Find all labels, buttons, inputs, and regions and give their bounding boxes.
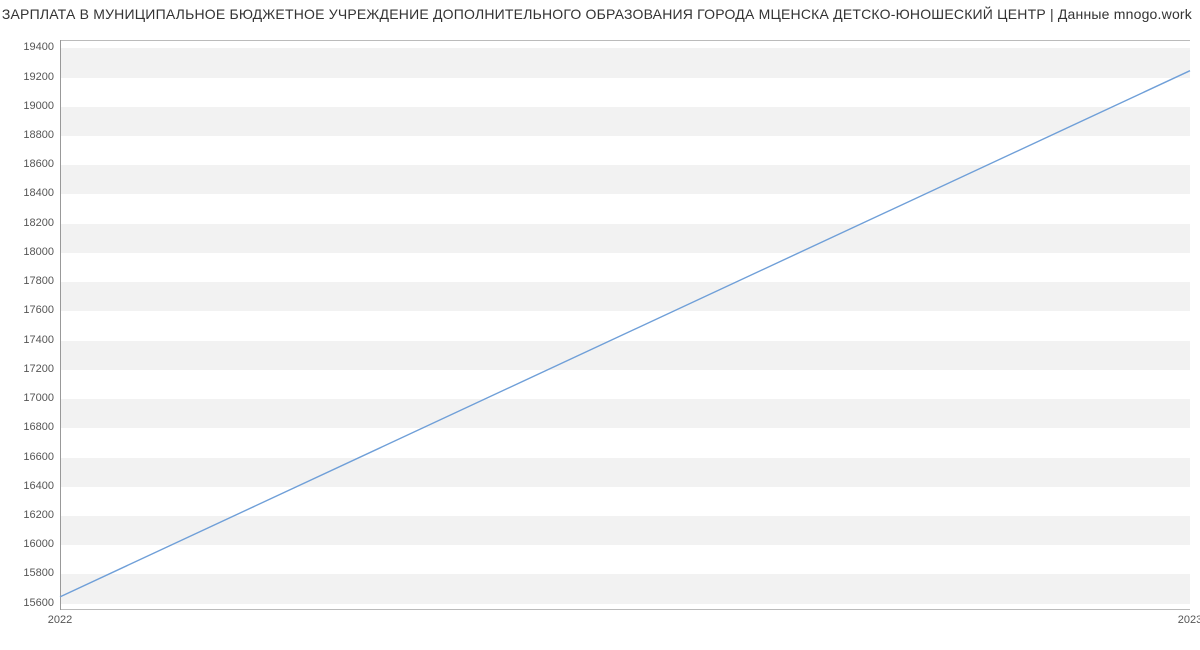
- y-tick-label: 17400: [23, 334, 54, 346]
- chart-title: ЗАРПЛАТА В МУНИЦИПАЛЬНОЕ БЮДЖЕТНОЕ УЧРЕЖ…: [0, 6, 1192, 22]
- y-tick-label: 16400: [23, 480, 54, 492]
- y-tick-label: 18000: [23, 246, 54, 258]
- y-tick-label: 19200: [23, 71, 54, 83]
- y-tick-label: 18600: [23, 158, 54, 170]
- y-tick-label: 16600: [23, 451, 54, 463]
- y-tick-label: 15600: [23, 597, 54, 609]
- y-tick-label: 19400: [23, 41, 54, 53]
- line-layer: [60, 40, 1190, 610]
- y-tick-label: 17000: [23, 392, 54, 404]
- x-tick-label: 2023: [1178, 614, 1200, 626]
- y-tick-label: 17200: [23, 363, 54, 375]
- series-line: [60, 71, 1190, 597]
- y-tick-label: 18200: [23, 217, 54, 229]
- chart-container: ЗАРПЛАТА В МУНИЦИПАЛЬНОЕ БЮДЖЕТНОЕ УЧРЕЖ…: [0, 0, 1200, 650]
- y-tick-label: 17800: [23, 275, 54, 287]
- y-tick-label: 18400: [23, 187, 54, 199]
- y-tick-label: 16000: [23, 538, 54, 550]
- x-tick-label: 2022: [48, 614, 72, 626]
- y-tick-label: 18800: [23, 129, 54, 141]
- y-tick-label: 15800: [23, 567, 54, 579]
- y-tick-label: 16200: [23, 509, 54, 521]
- y-tick-label: 16800: [23, 421, 54, 433]
- y-tick-label: 17600: [23, 304, 54, 316]
- y-tick-label: 19000: [23, 100, 54, 112]
